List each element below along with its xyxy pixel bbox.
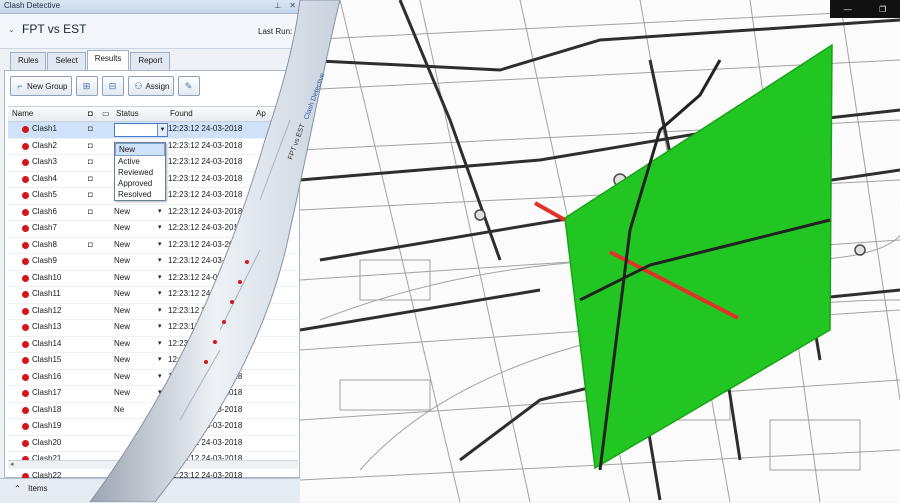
clash-status-dot xyxy=(22,159,29,166)
clash-status-dot xyxy=(22,307,29,315)
clash-name: Clash20 xyxy=(32,437,62,447)
clash-status-dot xyxy=(22,357,29,364)
status-dropdown[interactable]: New Active Reviewed Approved Resolved xyxy=(114,142,166,201)
clash-name: Clash16 xyxy=(32,371,62,381)
clash-name: Clash6 xyxy=(32,206,57,216)
clash-name: Clash14 xyxy=(32,338,62,348)
clash-name: Clash15 xyxy=(32,355,62,364)
clash-name: Clash5 xyxy=(32,190,57,199)
status-option[interactable]: Approved xyxy=(115,178,165,189)
clash-name: Clash2 xyxy=(32,140,57,150)
clash-pipe-highlight xyxy=(534,201,566,222)
clash-plane xyxy=(564,43,833,470)
minimize-icon[interactable]: — xyxy=(844,5,852,14)
restore-icon[interactable]: ❐ xyxy=(879,5,886,14)
clash-name: Clash18 xyxy=(32,404,62,414)
clash-status-dot xyxy=(22,142,29,150)
clash-status-dot xyxy=(22,241,29,249)
items-label[interactable]: Items xyxy=(28,484,48,493)
clash-name: Clash9 xyxy=(32,256,57,265)
col-name[interactable]: Name xyxy=(12,109,33,118)
status-option[interactable]: Active xyxy=(115,156,165,167)
clash-status-dot xyxy=(22,324,29,331)
clash-name: Clash11 xyxy=(32,289,61,298)
status-option[interactable]: New xyxy=(115,143,165,156)
tab-rules[interactable]: Rules xyxy=(10,52,47,70)
clash-name: Clash19 xyxy=(32,421,62,430)
scroll-left-icon[interactable]: ◂ xyxy=(10,460,14,468)
clash-status-dot xyxy=(22,291,29,298)
clash-status-dot xyxy=(22,126,29,133)
clash-name: Clash17 xyxy=(32,388,62,397)
clash-name: Clash13 xyxy=(32,322,62,331)
new-group-icon: ⌐ xyxy=(17,81,23,91)
status-option[interactable]: Reviewed xyxy=(115,167,165,178)
clash-status-dot xyxy=(22,390,29,397)
page-curl-overlay: Clash Detective FPT vs EST xyxy=(89,0,340,502)
clash-status-dot xyxy=(22,258,29,265)
model-viewport[interactable]: — ❐ xyxy=(300,0,900,502)
clash-name: Clash7 xyxy=(32,223,57,232)
panel-title: Clash Detective xyxy=(4,1,61,10)
window-controls: — ❐ xyxy=(830,0,900,18)
chevron-down-icon[interactable]: ⌄ xyxy=(8,25,15,34)
clash-name: Clash4 xyxy=(32,173,57,183)
clash-status-dot xyxy=(22,373,29,381)
clash-status-dot xyxy=(22,274,29,282)
clash-name: Clash3 xyxy=(32,157,57,166)
clash-status-dot xyxy=(22,225,29,232)
clash-name: Clash1 xyxy=(32,124,57,133)
clash-status-dot xyxy=(22,208,29,216)
clash-status-dot xyxy=(22,439,29,447)
clash-status-dot xyxy=(22,192,29,199)
clash-name: Clash12 xyxy=(32,305,62,315)
pipe-model-drawing xyxy=(300,0,900,502)
clash-status-dot xyxy=(22,406,29,414)
clash-name: Clash8 xyxy=(32,239,57,249)
clash-name: Clash10 xyxy=(32,272,62,282)
clash-status-dot xyxy=(22,340,29,348)
status-option[interactable]: Resolved xyxy=(115,189,165,200)
clash-status-dot xyxy=(22,423,29,430)
expand-icon[interactable]: ⌃ xyxy=(14,484,21,493)
clash-status-dot xyxy=(22,175,29,183)
